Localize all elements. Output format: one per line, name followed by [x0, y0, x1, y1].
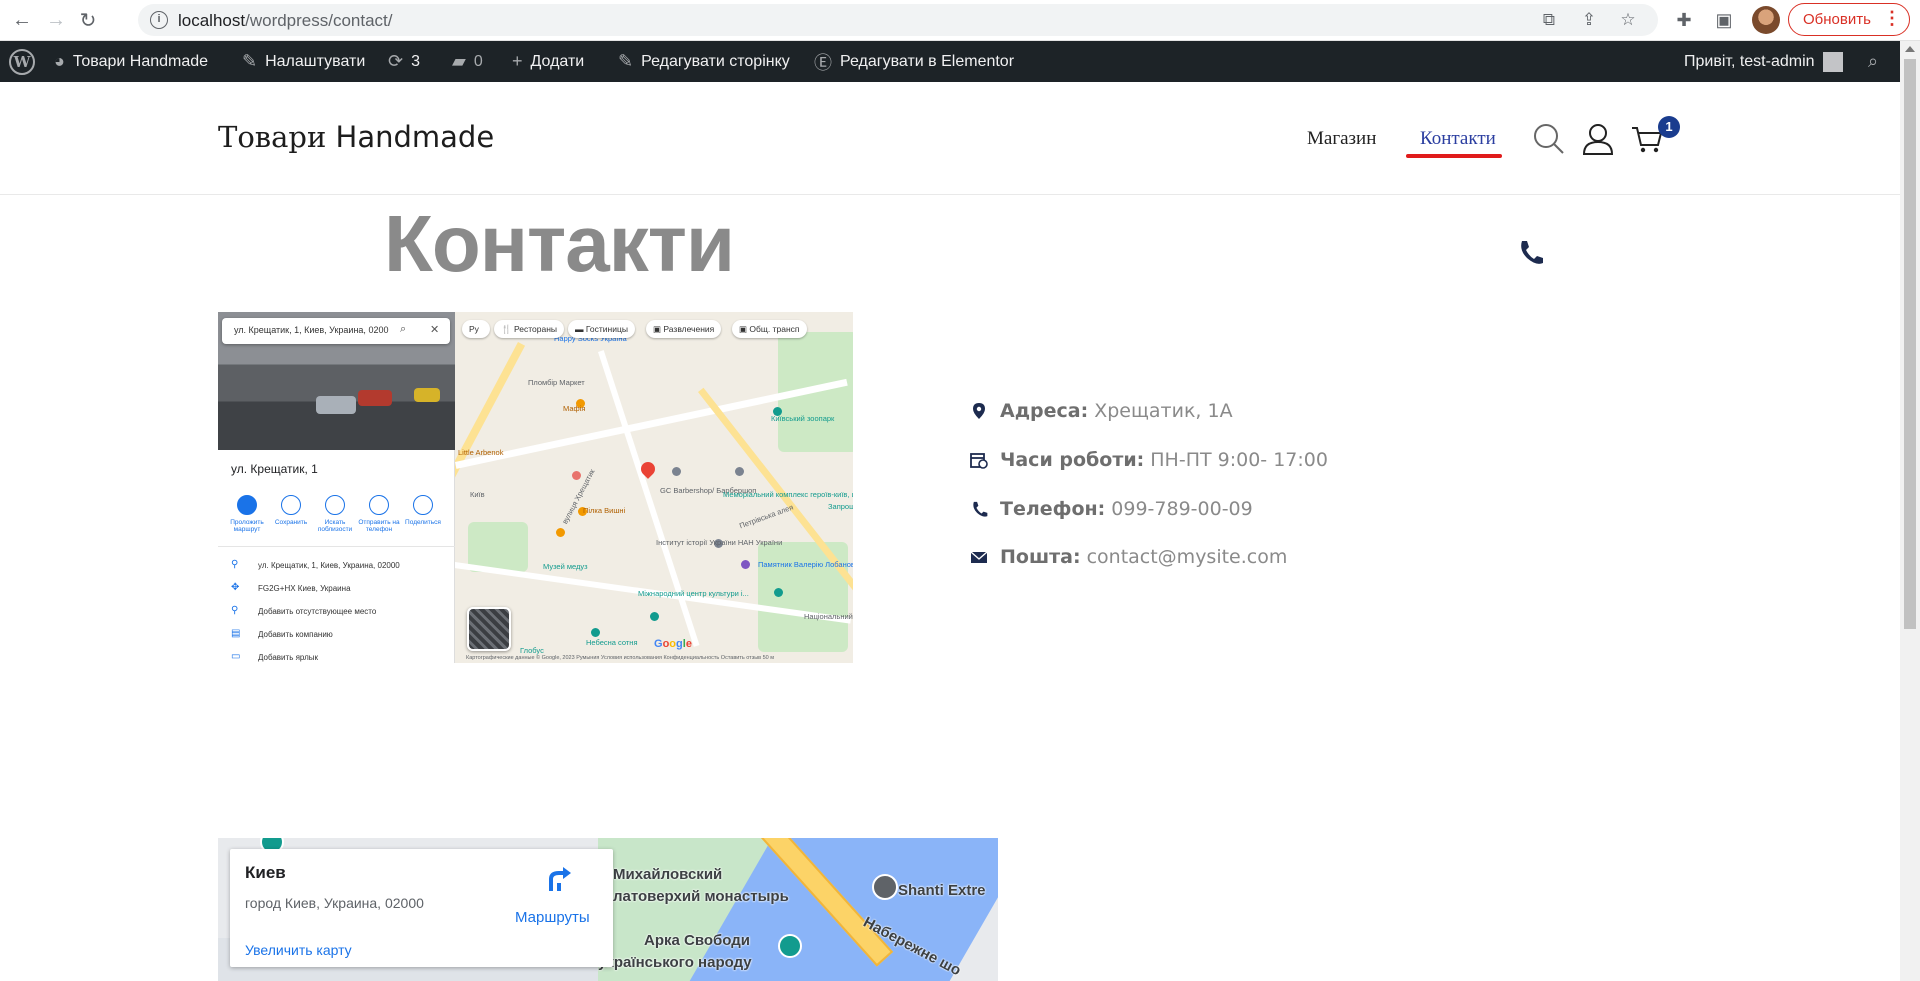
google-logo: Google — [654, 638, 692, 650]
plus-code-icon: ✥ — [231, 582, 240, 593]
add-place-icon: ⚲ — [231, 605, 239, 616]
elementor-icon: Ⓔ — [814, 52, 832, 73]
admin-updates[interactable]: ⟳ 3 — [388, 41, 420, 82]
map-action-route: Проложить маршрут — [226, 495, 268, 533]
site-info-icon[interactable]: i — [150, 11, 168, 29]
map-marker-icon — [973, 403, 985, 419]
map-action-save: Сохранить — [270, 495, 312, 526]
back-icon[interactable]: ← — [10, 8, 34, 32]
map-search-box: ул. Крещатик, 1, Киев, Украина, 0200 ⌕ ✕ — [222, 318, 450, 344]
scroll-thumb[interactable] — [1904, 59, 1916, 629]
map-grey-pin-icon — [872, 874, 898, 900]
profile-avatar[interactable] — [1752, 6, 1780, 34]
page-scrollbar[interactable] — [1900, 41, 1920, 981]
map-close-icon: ✕ — [430, 324, 440, 336]
enlarge-map-link[interactable]: Увеличить карту — [245, 942, 352, 958]
menu-item-contacts[interactable]: Контакти — [1420, 128, 1496, 150]
browser-toolbar: ← → ↻ i localhost/wordpress/contact/ ⧉ ⇪… — [0, 0, 1920, 41]
translate-icon[interactable]: ⧉ — [1538, 9, 1560, 31]
admin-edit-page[interactable]: ✎ Редагувати сторінку — [618, 41, 790, 82]
add-business-icon: ▤ — [231, 628, 241, 639]
updates-icon: ⟳ — [388, 51, 404, 71]
url-text: localhost/wordpress/contact/ — [178, 11, 393, 30]
map-card-city: Киев — [245, 863, 286, 882]
brush-icon: ✎ — [242, 51, 258, 71]
admin-account[interactable]: Привіт, test-admin — [1684, 41, 1843, 82]
chip-restaurants[interactable]: 🍴 Рестораны — [494, 320, 565, 338]
side-panel-icon[interactable]: ▣ — [1712, 8, 1736, 32]
contact-address-row: Адреса: Хрещатик, 1А — [970, 398, 1233, 424]
label-icon: ▭ — [231, 651, 241, 662]
wp-logo-icon[interactable]: W — [9, 41, 35, 82]
menu-dots-icon[interactable]: ⋮ — [1883, 8, 1901, 29]
map-place-panel: ул. Крещатик, 1, Киев, Украина, 0200 ⌕ ✕… — [218, 312, 455, 663]
map-action-share: Поделиться — [402, 495, 444, 526]
forward-icon[interactable]: → — [44, 8, 68, 32]
camera-poi-icon — [778, 934, 802, 958]
admin-customize[interactable]: ✎ Налаштувати — [242, 41, 365, 82]
menu-item-shop[interactable]: Магазин — [1307, 128, 1376, 150]
map-card-address: город Киев, Украина, 02000 — [245, 895, 424, 911]
page-title: Контакти — [384, 199, 735, 288]
phone-small-icon — [973, 501, 988, 517]
active-menu-underline — [1406, 154, 1502, 158]
site-header: Товари Handmade Магазин Контакти 1 — [0, 82, 1900, 195]
directions-icon[interactable] — [545, 865, 573, 893]
routes-link[interactable]: Маршруты — [515, 909, 590, 926]
contact-email-row: Пошта: contact@mysite.com — [970, 544, 1287, 570]
comment-icon: ▰ — [452, 51, 466, 71]
user-account-icon[interactable] — [1581, 122, 1615, 156]
extensions-icon[interactable]: ✚ — [1672, 8, 1696, 32]
cart-count-badge: 1 — [1658, 116, 1680, 138]
chip-hotels[interactable]: ▬ Гостиницы — [568, 320, 635, 338]
envelope-icon — [970, 551, 988, 563]
chip-transport[interactable]: ▣ Общ. трансп — [732, 320, 807, 338]
bookmark-star-icon[interactable]: ☆ — [1617, 9, 1639, 31]
pencil-icon: ✎ — [618, 51, 634, 71]
map-screenshot-image: Happy Socks Україна Пломбір Маркет Мафія… — [218, 312, 853, 663]
contact-hours-row: Часи роботи: ПН-ПТ 9:00- 17:00 — [970, 447, 1328, 473]
wp-admin-bar: W ◕ Товари Handmade ✎ Налаштувати ⟳ 3 ▰ 0 + Д… — [0, 41, 1900, 82]
address-bar[interactable]: i localhost/wordpress/contact/ ⧉ ⇪ ☆ — [138, 4, 1658, 36]
plus-icon: + — [512, 51, 523, 71]
admin-comments[interactable]: ▰ 0 — [452, 41, 483, 82]
search-icon[interactable] — [1532, 122, 1566, 156]
dashboard-icon: ◕ — [54, 51, 65, 71]
reload-icon[interactable]: ↻ — [76, 8, 100, 32]
admin-edit-elementor[interactable]: Ⓔ Редагувати в Elementor — [814, 41, 1014, 82]
calendar-clock-icon — [970, 453, 988, 469]
admin-add-new[interactable]: + Додати — [512, 41, 584, 82]
map-layers-thumbnail — [467, 607, 511, 651]
location-pin-icon: ⚲ — [231, 559, 239, 570]
google-map-embed[interactable]: Михайловский латоверхий монастырь Арка С… — [218, 838, 998, 981]
site-title[interactable]: Товари Handmade — [218, 120, 494, 154]
admin-site-name[interactable]: ◕ Товари Handmade — [54, 41, 208, 82]
scroll-up-arrow-icon[interactable] — [1905, 46, 1915, 52]
update-button[interactable]: Обновить ⋮ — [1788, 3, 1910, 36]
map-place-card: Киев город Киев, Украина, 02000 Увеличит… — [230, 849, 613, 967]
map-action-send: Отправить на телефон — [358, 495, 400, 533]
admin-avatar — [1822, 51, 1843, 72]
share-icon[interactable]: ⇪ — [1578, 9, 1600, 31]
map-search-icon: ⌕ — [400, 323, 407, 335]
phone-icon[interactable] — [1516, 238, 1544, 266]
contact-phone-row: Телефон: 099-789-00-09 — [970, 496, 1253, 522]
chip-language[interactable]: Ру — [462, 320, 490, 338]
chip-entertainment[interactable]: ▣ Развлечения — [646, 320, 722, 338]
map-action-nearby: Искать поблизости — [314, 495, 356, 533]
admin-search-icon[interactable]: ⌕ — [1868, 41, 1878, 82]
